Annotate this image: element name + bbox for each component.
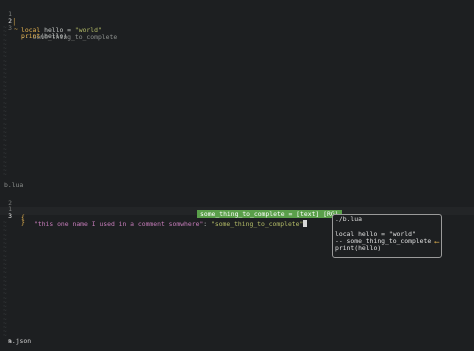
statusline-top: b.lua — [0, 181, 474, 190]
doc-line: print(hello) — [335, 244, 382, 252]
code-text: "this one name I used in a comment somwh… — [34, 220, 308, 228]
text-cursor — [303, 220, 308, 227]
completion-item-selected[interactable]: some_thing_to_complete = [text] [RG] — [197, 210, 342, 218]
code-line[interactable]: 3 print(hello) — [0, 16, 474, 40]
code-text: print(hello) — [21, 32, 68, 40]
json-key: "this one name I used in a comment somwh… — [34, 220, 204, 228]
doc-path: ./b.lua — [335, 215, 362, 223]
editor-pane-top[interactable]: 1 ▏ local hello = "world" 2 ~ -- some_th… — [0, 0, 474, 180]
completion-doc-popup: ./b.lua local hello = "world" -- some_th… — [332, 214, 442, 258]
filename-label: b.lua — [4, 181, 24, 189]
json-value: "some_thing_to_complete" — [211, 220, 304, 228]
arrow-left-icon: ⟵ — [434, 238, 439, 246]
pencil-icon: ✎ — [8, 337, 12, 345]
empty-line-filler: ~ ~ ~ ~ ~ ~ ~ ~ ~ ~ ~ ~ ~ ~ ~ ~ ~ ~ ~ ~ … — [3, 219, 7, 340]
empty-line-filler: ~ ~ ~ ~ ~ ~ ~ ~ ~ ~ ~ ~ ~ ~ ~ ~ ~ ~ ~ ~ … — [3, 24, 7, 179]
close-brace: } — [21, 218, 25, 226]
statusline-bottom: a.json ✎ — [8, 337, 32, 345]
